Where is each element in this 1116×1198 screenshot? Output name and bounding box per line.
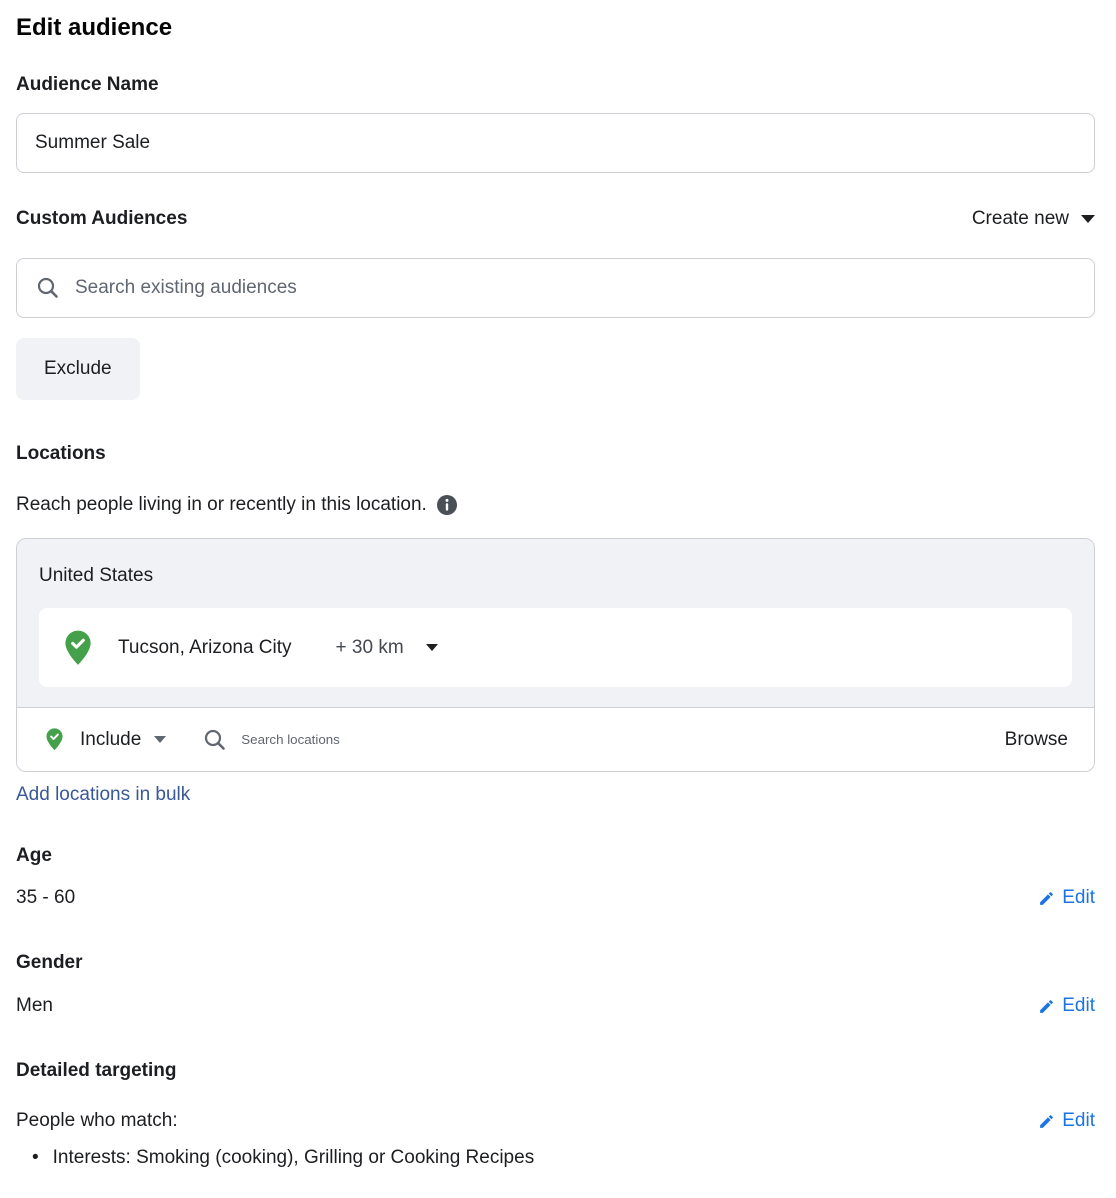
- gender-value: Men: [16, 993, 53, 1019]
- detailed-targeting-row: People who match: Edit: [16, 1108, 1095, 1134]
- pencil-icon: [1038, 890, 1055, 907]
- location-search-row: Include Browse: [17, 707, 1094, 771]
- custom-audiences-search: [16, 258, 1095, 318]
- audience-name-input[interactable]: [16, 113, 1095, 173]
- audience-name-label: Audience Name: [16, 72, 1095, 98]
- gender-edit-label: Edit: [1062, 993, 1095, 1019]
- detailed-targeting-edit-label: Edit: [1062, 1108, 1095, 1134]
- custom-audiences-label: Custom Audiences: [16, 206, 187, 232]
- bullet: •: [32, 1145, 39, 1171]
- interests-list-item: • Interests: Smoking (cooking), Grilling…: [16, 1145, 1095, 1171]
- create-new-dropdown[interactable]: Create new: [972, 208, 1095, 230]
- gender-edit-button[interactable]: Edit: [1038, 993, 1095, 1019]
- age-edit-label: Edit: [1062, 885, 1095, 911]
- age-value: 35 - 60: [16, 885, 75, 911]
- location-pin-check-icon: [63, 630, 93, 666]
- radius-dropdown[interactable]: + 30 km: [336, 637, 438, 659]
- caret-down-icon: [1081, 215, 1095, 223]
- pencil-icon: [1038, 998, 1055, 1015]
- age-edit-button[interactable]: Edit: [1038, 885, 1095, 911]
- interests-text: Interests: Smoking (cooking), Grilling o…: [53, 1145, 535, 1171]
- page-title: Edit audience: [16, 14, 1095, 42]
- age-row: 35 - 60 Edit: [16, 885, 1095, 911]
- people-who-match-label: People who match:: [16, 1108, 178, 1134]
- location-pin-check-icon: [45, 728, 64, 751]
- location-name: Tucson, Arizona City: [118, 637, 292, 659]
- detailed-targeting-edit-button[interactable]: Edit: [1038, 1108, 1095, 1134]
- edit-audience-panel: Edit audience Audience Name Custom Audie…: [0, 0, 1116, 1171]
- search-icon: [203, 728, 227, 752]
- pencil-icon: [1038, 1113, 1055, 1130]
- search-icon: [36, 276, 60, 300]
- locations-description-row: Reach people living in or recently in th…: [16, 492, 1095, 518]
- caret-down-icon: [154, 736, 166, 743]
- custom-audiences-header: Custom Audiences Create new: [16, 206, 1095, 232]
- locations-selected-area: United States Tucson, Arizona City + 30 …: [17, 539, 1094, 707]
- add-locations-bulk-link[interactable]: Add locations in bulk: [16, 783, 190, 807]
- radius-value: + 30 km: [336, 637, 404, 659]
- locations-description: Reach people living in or recently in th…: [16, 492, 427, 518]
- create-new-label: Create new: [972, 208, 1069, 230]
- browse-button[interactable]: Browse: [1005, 729, 1068, 751]
- search-locations-input[interactable]: [227, 708, 1004, 771]
- search-audiences-input[interactable]: [16, 258, 1095, 318]
- gender-row: Men Edit: [16, 993, 1095, 1019]
- locations-widget: United States Tucson, Arizona City + 30 …: [16, 538, 1095, 772]
- detailed-targeting-label: Detailed targeting: [16, 1058, 1095, 1084]
- include-label: Include: [80, 729, 141, 751]
- locations-label: Locations: [16, 441, 1095, 467]
- include-dropdown[interactable]: Include: [45, 728, 166, 751]
- location-country: United States: [39, 563, 1072, 589]
- exclude-button[interactable]: Exclude: [16, 338, 140, 400]
- age-label: Age: [16, 843, 1095, 869]
- gender-label: Gender: [16, 950, 1095, 976]
- location-row: Tucson, Arizona City + 30 km: [39, 608, 1072, 687]
- caret-down-icon: [426, 644, 438, 651]
- info-icon[interactable]: [436, 494, 458, 516]
